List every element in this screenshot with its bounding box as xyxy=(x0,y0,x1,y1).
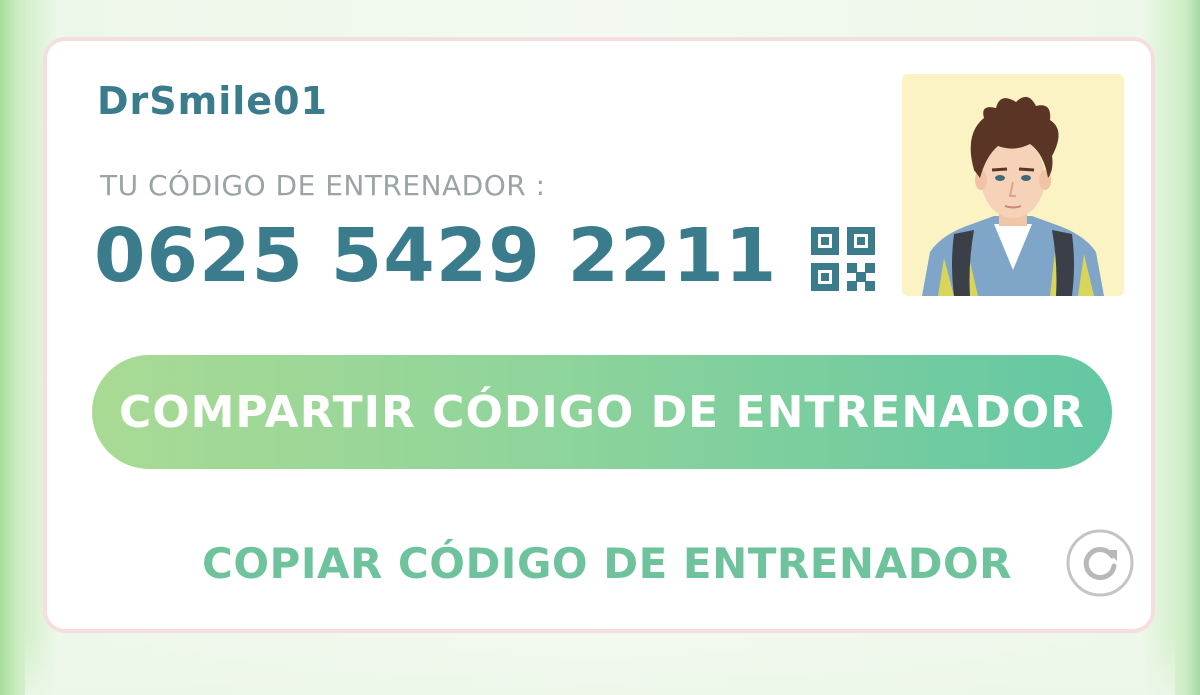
copy-trainer-code-button[interactable]: COPIAR CÓDIGO DE ENTRENADOR xyxy=(202,533,1011,593)
trainer-name: DrSmile01 xyxy=(97,79,328,123)
trainer-code-label: TU CÓDIGO DE ENTRENADOR : xyxy=(100,169,546,202)
trainer-code-value: 0625 5429 2211 xyxy=(94,213,778,299)
trainer-avatar xyxy=(902,74,1124,296)
refresh-icon[interactable] xyxy=(1065,528,1135,598)
qr-code-icon[interactable] xyxy=(811,227,875,291)
background-panel xyxy=(25,635,1175,695)
share-trainer-code-button[interactable]: COMPARTIR CÓDIGO DE ENTRENADOR xyxy=(92,355,1112,469)
trainer-code-card: DrSmile01 TU CÓDIGO DE ENTRENADOR : 0625… xyxy=(43,37,1155,633)
